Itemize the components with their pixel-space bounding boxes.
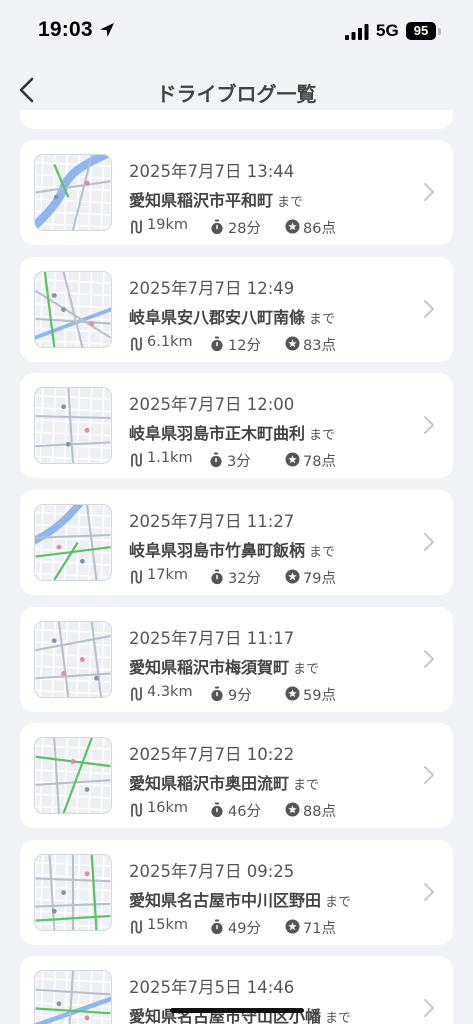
trip-score: 83点	[303, 338, 336, 354]
trip-destination: 岐阜県羽島市正木町曲利	[129, 424, 306, 443]
trip-card[interactable]: 2025年7月7日 11:17 愛知県稲沢市梅須賀町 まで 4.3km 9分 59点	[20, 607, 453, 712]
trip-distance: 6.1km	[147, 334, 193, 350]
trip-destination: 愛知県稲沢市平和町	[129, 191, 274, 210]
trip-date: 2025年7月7日 11:17	[129, 629, 295, 648]
battery-level: 95	[406, 22, 436, 40]
trip-destination-line: 愛知県名古屋市守山区小幡 まで	[129, 1003, 351, 1024]
trip-destination-line: 愛知県稲沢市梅須賀町 まで	[129, 654, 319, 678]
route-map-thumbnail	[34, 154, 112, 231]
route-map-thumbnail	[34, 970, 112, 1024]
trip-destination-line: 愛知県稲沢市奥田流町 まで	[129, 770, 319, 794]
chevron-right-icon	[424, 883, 434, 901]
trip-distance: 15km	[147, 917, 188, 933]
trip-destination: 愛知県稲沢市梅須賀町	[129, 658, 290, 677]
battery-tip	[438, 28, 441, 35]
status-bar: 19:03 5G 95	[0, 0, 473, 60]
trip-distance: 16km	[147, 800, 188, 816]
drive-log-list[interactable]: 2025年7月7日 13:44 愛知県稲沢市平和町 まで 19km 28分 86点 2025…	[0, 0, 473, 1024]
navigation-bar: ドライブログ一覧	[0, 62, 473, 122]
route-map-thumbnail	[34, 387, 112, 464]
trip-duration: 12分	[228, 338, 261, 354]
destination-suffix: まで	[309, 545, 336, 560]
trip-score: 71点	[303, 921, 336, 937]
trip-card[interactable]: 2025年7月7日 09:25 愛知県名古屋市中川区野田 まで 15km 49分 71点	[20, 840, 453, 945]
destination-suffix: まで	[293, 662, 320, 677]
chevron-right-icon	[424, 999, 434, 1017]
trip-card[interactable]: 2025年7月7日 12:00 岐阜県羽島市正木町曲利 まで 1.1km 3分 78点	[20, 373, 453, 478]
trip-destination-line: 岐阜県羽島市竹鼻町飯柄 まで	[129, 537, 335, 561]
destination-suffix: まで	[293, 778, 320, 793]
trip-duration: 32分	[228, 571, 261, 587]
trip-distance: 19km	[147, 217, 188, 233]
network-type: 5G	[376, 21, 399, 40]
location-arrow-icon	[100, 23, 114, 37]
trip-date: 2025年7月7日 09:25	[129, 862, 295, 881]
chevron-right-icon	[424, 650, 434, 668]
trip-duration: 28分	[228, 221, 261, 237]
trip-duration: 3分	[227, 454, 251, 470]
trip-card[interactable]: 2025年7月7日 13:44 愛知県稲沢市平和町 まで 19km 28分 86点	[20, 140, 453, 245]
trip-card[interactable]: 2025年7月7日 11:27 岐阜県羽島市竹鼻町飯柄 まで 17km 32分 79点	[20, 490, 453, 595]
trip-duration: 9分	[228, 688, 252, 704]
page-title: ドライブログ一覧	[156, 82, 317, 106]
trip-destination: 愛知県稲沢市奥田流町	[129, 774, 290, 793]
trip-score: 88点	[303, 804, 336, 820]
cellular-signal-icon	[345, 24, 369, 40]
trip-date: 2025年7月7日 11:27	[129, 512, 295, 531]
destination-suffix: まで	[309, 312, 336, 327]
trip-duration: 49分	[228, 921, 261, 937]
chevron-right-icon	[424, 533, 434, 551]
trip-card[interactable]: 2025年7月7日 12:49 岐阜県安八郡安八町南條 まで 6.1km 12分 83点	[20, 257, 453, 362]
destination-suffix: まで	[309, 428, 336, 443]
trip-score: 79点	[303, 571, 336, 587]
route-map-thumbnail	[34, 271, 112, 348]
trip-card[interactable]: 2025年7月7日 10:22 愛知県稲沢市奥田流町 まで 16km 46分 88点	[20, 723, 453, 828]
trip-distance: 4.3km	[147, 684, 193, 700]
route-map-thumbnail	[34, 737, 112, 814]
route-map-thumbnail	[34, 504, 112, 581]
trip-destination: 岐阜県安八郡安八町南條	[129, 308, 306, 327]
chevron-right-icon	[424, 300, 434, 318]
home-indicator	[170, 1008, 304, 1013]
trip-duration: 46分	[228, 804, 261, 820]
trip-date: 2025年7月7日 13:44	[129, 162, 295, 181]
trip-destination-line: 岐阜県安八郡安八町南條 まで	[129, 304, 335, 328]
chevron-right-icon	[424, 183, 434, 201]
chevron-right-icon	[424, 416, 434, 434]
trip-date: 2025年7月7日 12:49	[129, 279, 295, 298]
trip-destination-line: 愛知県稲沢市平和町 まで	[129, 187, 303, 211]
trip-destination-line: 愛知県名古屋市中川区野田 まで	[129, 887, 351, 911]
route-map-thumbnail	[34, 621, 112, 698]
route-map-thumbnail	[34, 854, 112, 931]
trip-date: 2025年7月7日 10:22	[129, 745, 295, 764]
chevron-right-icon	[424, 766, 434, 784]
trip-destination-line: 岐阜県羽島市正木町曲利 まで	[129, 420, 335, 444]
trip-date: 2025年7月5日 14:46	[129, 978, 295, 997]
trip-destination: 愛知県名古屋市中川区野田	[129, 891, 322, 910]
trip-score: 86点	[303, 221, 336, 237]
destination-suffix: まで	[277, 195, 304, 210]
destination-suffix: まで	[325, 1011, 352, 1024]
trip-score: 59点	[303, 688, 336, 704]
trip-score: 78点	[303, 454, 336, 470]
trip-date: 2025年7月7日 12:00	[129, 395, 295, 414]
trip-card[interactable]: 2025年7月5日 14:46 愛知県名古屋市守山区小幡 まで	[20, 956, 453, 1024]
status-time: 19:03	[38, 18, 93, 41]
trip-distance: 1.1km	[147, 450, 193, 466]
destination-suffix: まで	[325, 895, 352, 910]
trip-distance: 17km	[147, 567, 188, 583]
trip-destination: 岐阜県羽島市竹鼻町飯柄	[129, 541, 306, 560]
